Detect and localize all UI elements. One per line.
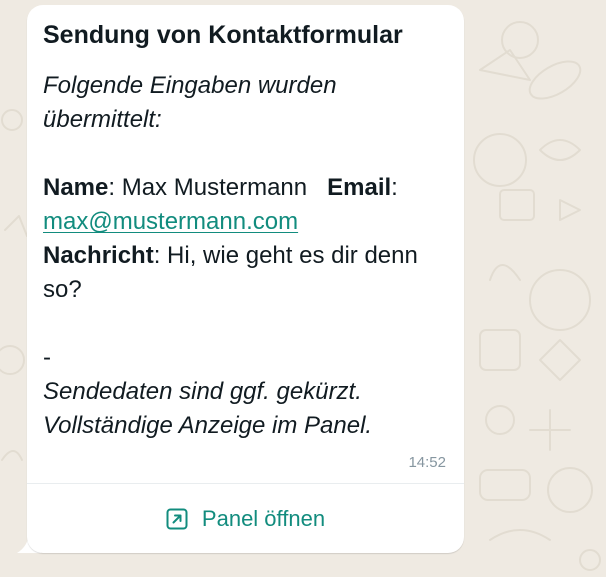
name-email-line: Name: Max Mustermann Email: max@musterma… (43, 174, 398, 235)
message-content: Sendung von Kontaktformular Folgende Ein… (43, 17, 443, 443)
open-panel-label: Panel öffnen (201, 505, 326, 531)
message-label: Nachricht (43, 242, 154, 269)
name-value: Max Mustermann (121, 174, 308, 201)
message-time: 14:52 (408, 454, 446, 471)
open-panel-button[interactable]: Panel öffnen (27, 484, 464, 553)
truncation-note: Sendedaten sind ggf. gekürzt. Vollständi… (43, 378, 373, 439)
separator: - (43, 344, 51, 371)
message-intro: Folgende Eingaben wurden übermittelt: (43, 72, 337, 133)
name-label: Name (43, 174, 109, 201)
external-link-icon (166, 508, 188, 530)
form-fields: Name: Max Mustermann Email: max@musterma… (43, 171, 443, 307)
message-line: Nachricht: Hi, wie geht es dir denn so? (43, 242, 418, 303)
email-label: Email (327, 174, 392, 201)
message-bubble: Sendung von Kontaktformular Folgende Ein… (27, 5, 464, 553)
email-link[interactable]: max@mustermann.com (43, 208, 298, 235)
message-title: Sendung von Kontaktformular (43, 21, 403, 49)
